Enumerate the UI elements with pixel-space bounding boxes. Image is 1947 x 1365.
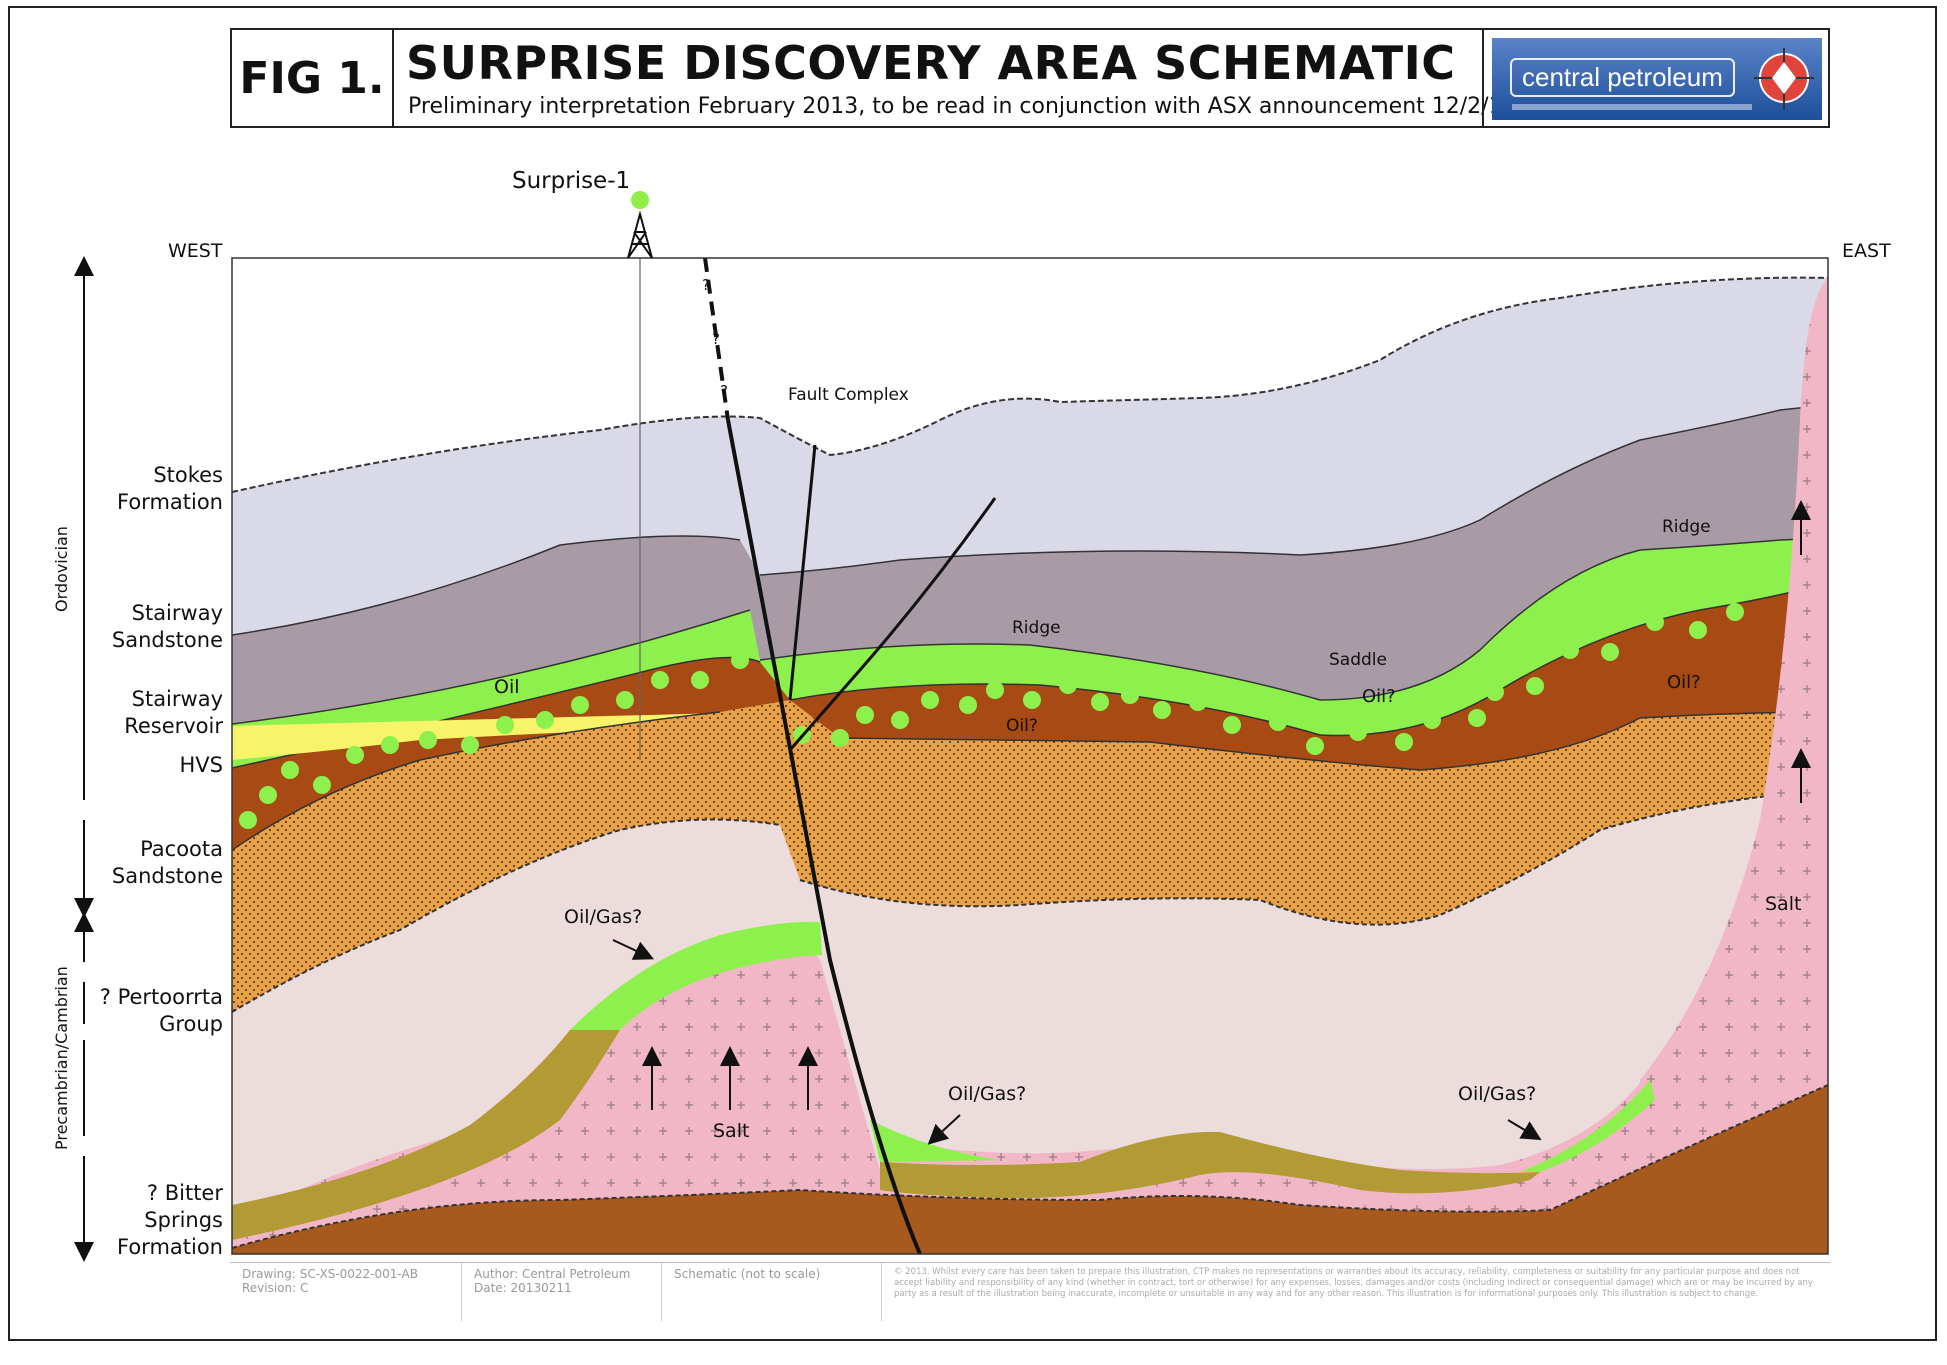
fault-question-3: ? (720, 382, 728, 400)
footer-author: Author: Central Petroleum (474, 1267, 631, 1281)
ridge-label-left: Ridge (1012, 618, 1061, 638)
formation-bitter-springs: ? Bitter Springs Formation (117, 1181, 223, 1259)
salt-label-left: Salt (713, 1120, 750, 1142)
footer-scale-cell: Schematic (not to scale) (662, 1263, 882, 1321)
well-marker-icon (631, 191, 649, 209)
oil-question-label-3: Oil? (1667, 672, 1701, 693)
oil-label: Oil (494, 676, 520, 698)
fault-question-2: ? (712, 330, 720, 348)
formation-pertoorrta: ? Pertoorrta Group (99, 985, 223, 1036)
formation-hvs: HVS (179, 753, 224, 777)
cross-section-diagram (74, 191, 1829, 1262)
oil-question-label-2: Oil? (1362, 686, 1396, 707)
footer-drawing-cell: Drawing: SC-XS-0022-001-AB Revision: C (230, 1263, 462, 1321)
footer-drawing: Drawing: SC-XS-0022-001-AB (242, 1267, 418, 1281)
footer-revision: Revision: C (242, 1281, 309, 1295)
age-ordovician: Ordovician (52, 526, 71, 612)
age-precambrian-cambrian: Precambrian/Cambrian (52, 966, 71, 1150)
footer-scale: Schematic (not to scale) (674, 1267, 821, 1281)
oil-gas-label-mid: Oil/Gas? (948, 1083, 1027, 1105)
drawing-footer: Drawing: SC-XS-0022-001-AB Revision: C A… (230, 1262, 1830, 1321)
oil-gas-label-right: Oil/Gas? (1458, 1083, 1537, 1105)
fault-question-1: ? (702, 276, 710, 294)
footer-date: Date: 20130211 (474, 1281, 572, 1295)
formation-pacoota: Pacoota Sandstone (111, 837, 223, 888)
east-label: EAST (1842, 240, 1891, 262)
formation-stairway-sandstone: Stairway Sandstone (111, 601, 223, 652)
salt-label-right: Salt (1765, 893, 1802, 915)
oil-gas-label-upper: Oil/Gas? (564, 906, 643, 928)
saddle-label: Saddle (1329, 650, 1387, 670)
formation-stokes: Stokes Formation (117, 463, 223, 514)
fault-complex-label: Fault Complex (788, 385, 909, 405)
west-label: WEST (168, 240, 223, 262)
footer-disclaimer: © 2013. Whilst every care has been taken… (894, 1267, 1813, 1299)
oil-question-label-1: Oil? (1006, 716, 1038, 736)
well-name: Surprise-1 (512, 168, 631, 194)
footer-author-cell: Author: Central Petroleum Date: 20130211 (462, 1263, 662, 1321)
formation-stairway-reservoir: Stairway Reservoir (124, 687, 223, 738)
derrick-icon (627, 210, 653, 259)
ridge-label-right: Ridge (1662, 517, 1711, 537)
